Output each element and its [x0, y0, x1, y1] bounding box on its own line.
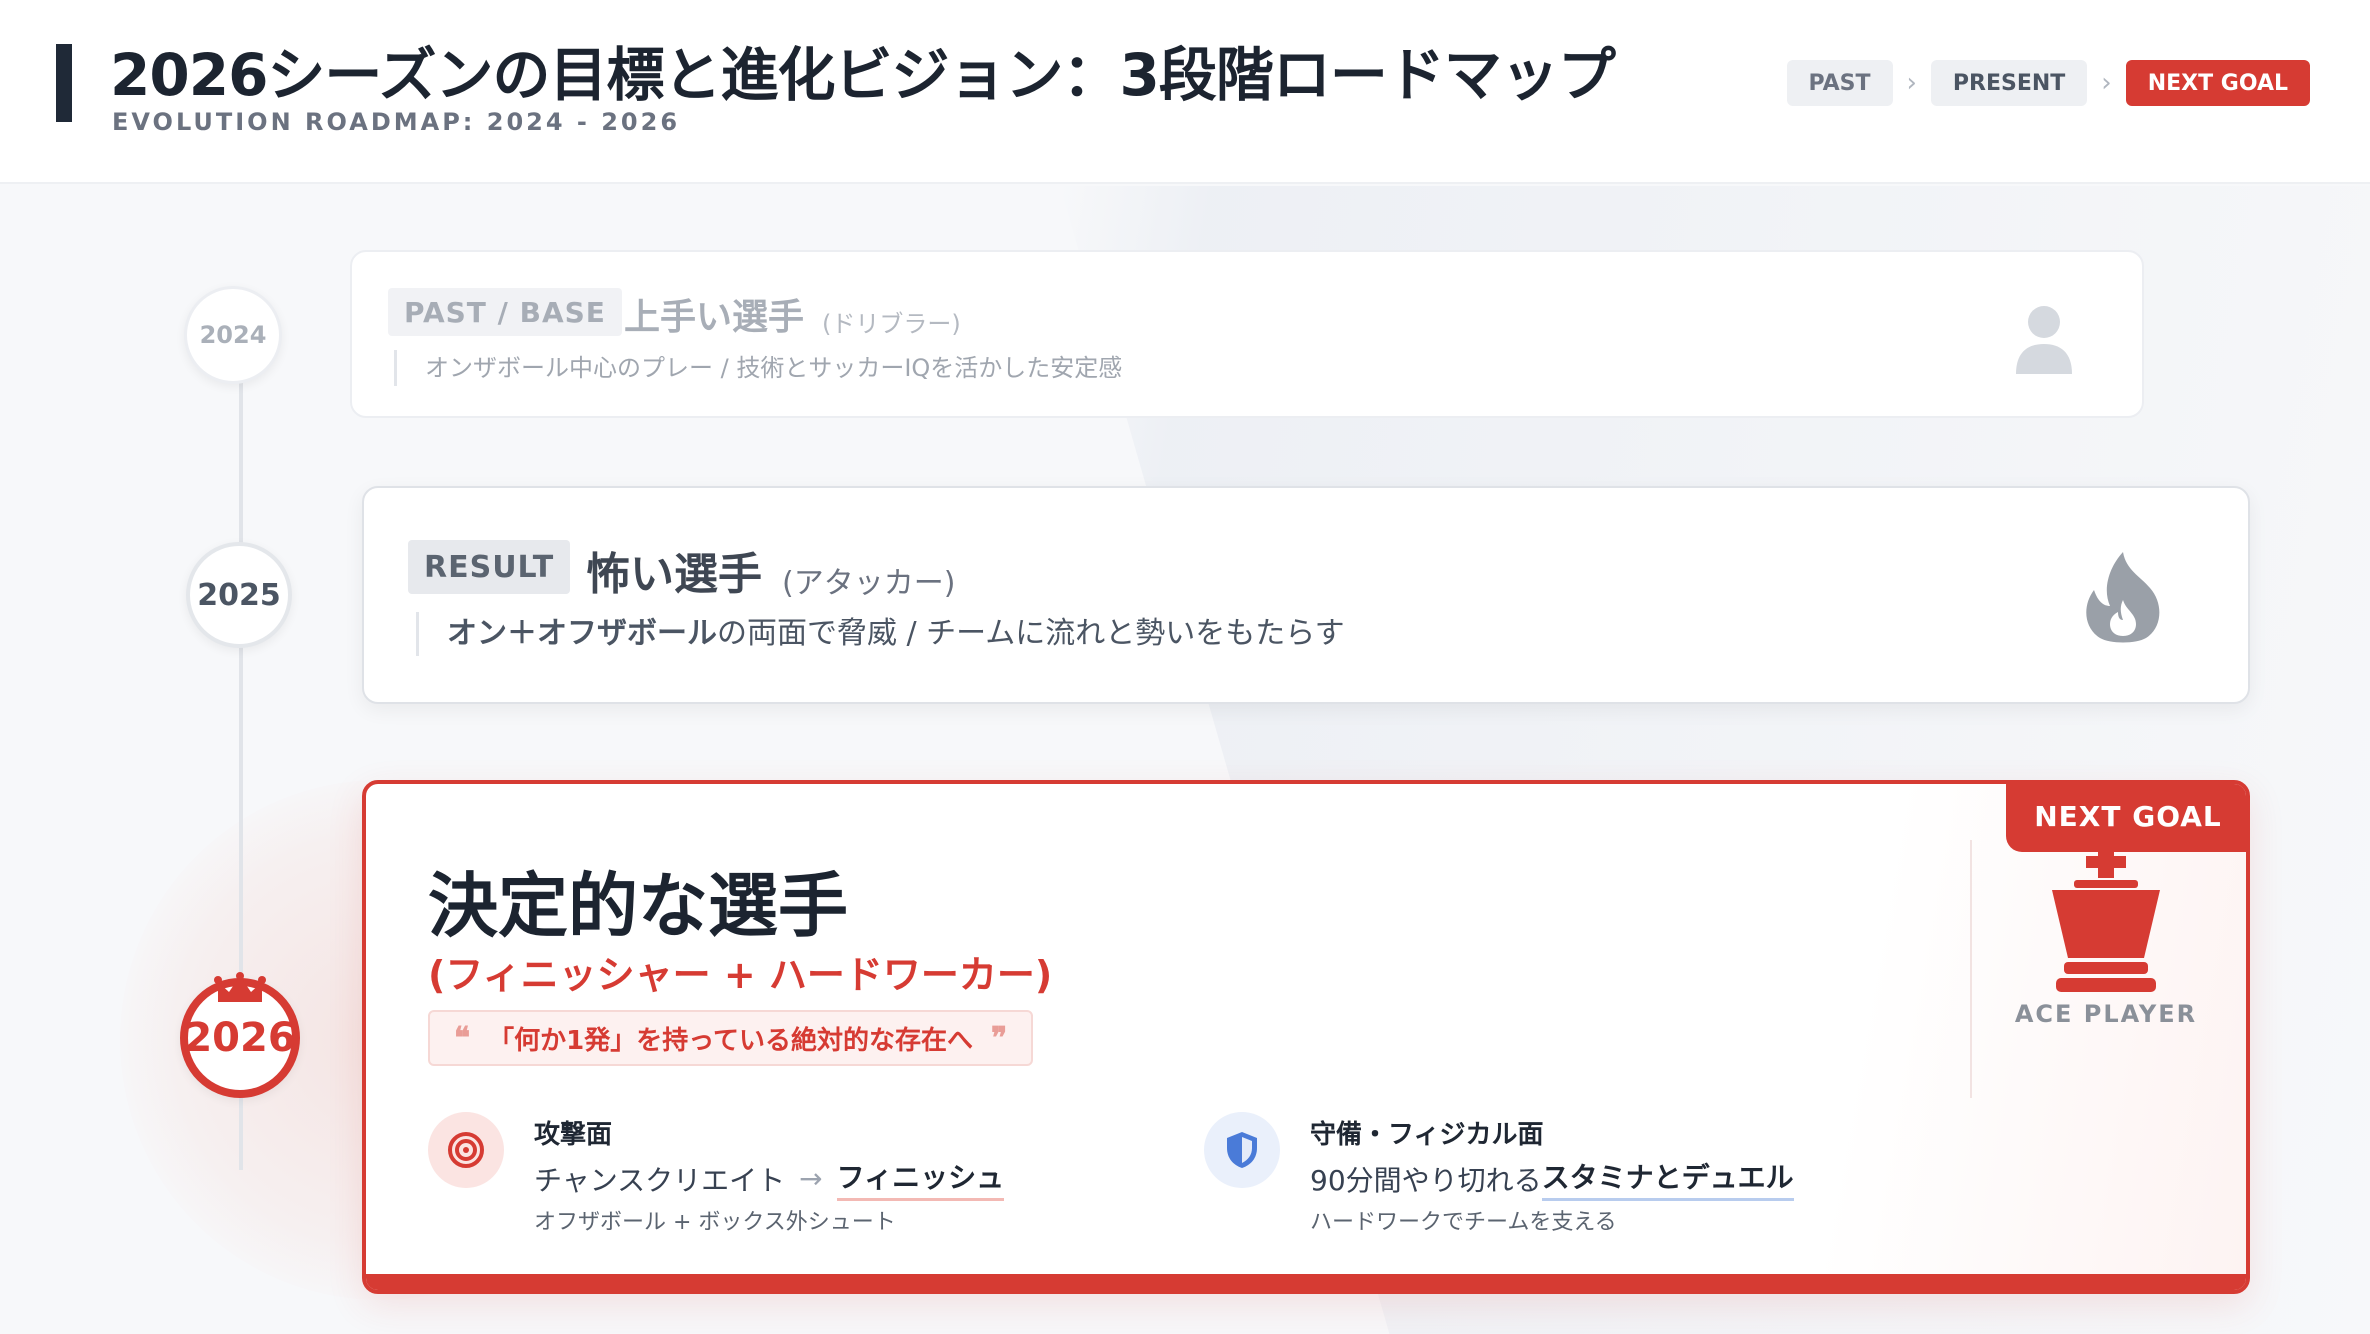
stage-type: (アタッカー)	[782, 566, 956, 601]
page-subtitle: EVOLUTION ROADMAP: 2024 - 2026	[112, 108, 681, 136]
desc-rest: の両面で脅威 / チームに流れと勢いをもたらす	[717, 616, 1345, 651]
stage-card-next-goal: NEXT GOAL 決定的な選手 (フィニッシャー + ハードワーカー) ❝ 「…	[362, 780, 2250, 1294]
fire-icon	[2086, 552, 2160, 643]
ace-player-label: ACE PLAYER	[2014, 1000, 2198, 1028]
chess-king-icon	[2052, 848, 2160, 992]
defense-note: ハードワークでチームを支える	[1310, 1210, 1617, 1235]
stage-description: オン＋オフザボールの両面で脅威 / チームに流れと勢いをもたらす	[416, 612, 1345, 656]
goal-name: 決定的な選手	[428, 865, 848, 947]
quote-close-icon: ❞	[990, 1020, 1008, 1056]
stage-card-past: PAST / BASE 上手い選手 (ドリブラー) オンザボール中心のプレー /…	[350, 250, 2144, 418]
defense-line: 90分間やり切れる スタミナとデュエル	[1310, 1156, 1794, 1201]
crown-icon	[214, 972, 266, 1002]
defense-highlight: スタミナとデュエル	[1541, 1156, 1794, 1201]
attack-to: フィニッシュ	[836, 1156, 1005, 1201]
stage-tag: RESULT	[408, 540, 571, 594]
attack-title: 攻撃面	[534, 1120, 613, 1150]
stage-name: 上手い選手	[624, 297, 805, 338]
page-title: 2026シーズンの目標と進化ビジョン：3段階ロードマップ	[110, 41, 1616, 109]
goal-quote: ❝ 「何か1発」を持っている絶対的な存在へ ❞	[428, 1010, 1034, 1066]
header: 2026シーズンの目標と進化ビジョン：3段階ロードマップ EVOLUTION R…	[0, 0, 2370, 184]
nav-present[interactable]: PRESENT	[1930, 60, 2088, 106]
attack-note: オフザボール + ボックス外シュート	[534, 1210, 896, 1235]
stage-tag: PAST / BASE	[388, 288, 622, 336]
divider	[1970, 840, 1972, 1098]
nav-past[interactable]: PAST	[1786, 60, 1893, 106]
next-goal-badge: NEXT GOAL	[2006, 784, 2246, 852]
defense-lead: 90分間やり切れる	[1310, 1163, 1542, 1197]
title-accent-bar	[56, 44, 72, 122]
nav-next-goal[interactable]: NEXT GOAL	[2125, 60, 2310, 106]
stage-name: 怖い選手	[586, 549, 762, 600]
shield-icon	[1204, 1112, 1280, 1188]
timeline-node-2025: 2025	[186, 542, 292, 648]
card-bottom-bar	[366, 1274, 2246, 1290]
stage-card-result: RESULT 怖い選手 (アタッカー) オン＋オフザボールの両面で脅威 / チー…	[362, 486, 2250, 704]
stage-nav: PAST › PRESENT › NEXT GOAL	[1786, 60, 2310, 106]
target-icon	[428, 1112, 504, 1188]
stage-description: オンザボール中心のプレー / 技術とサッカーIQを活かした安定感	[394, 350, 1122, 386]
quote-open-icon: ❝	[454, 1020, 471, 1056]
quote-text: 「何か1発」を持っている絶対的な存在へ	[488, 1025, 973, 1056]
user-icon	[2016, 306, 2072, 374]
attack-from: チャンスクリエイト	[534, 1163, 786, 1197]
timeline-node-2024: 2024	[184, 286, 282, 384]
goal-type: (フィニッシャー + ハードワーカー)	[428, 953, 1053, 997]
stage-type: (ドリブラー)	[822, 310, 961, 338]
arrow-right-icon: →	[799, 1162, 823, 1195]
chevron-right-icon: ›	[1906, 68, 1917, 98]
chevron-right-icon: ›	[2101, 68, 2112, 98]
attack-line: チャンスクリエイト → フィニッシュ	[534, 1156, 1005, 1201]
desc-highlight: オン＋オフザボール	[447, 616, 717, 651]
defense-title: 守備・フィジカル面	[1310, 1120, 1544, 1150]
